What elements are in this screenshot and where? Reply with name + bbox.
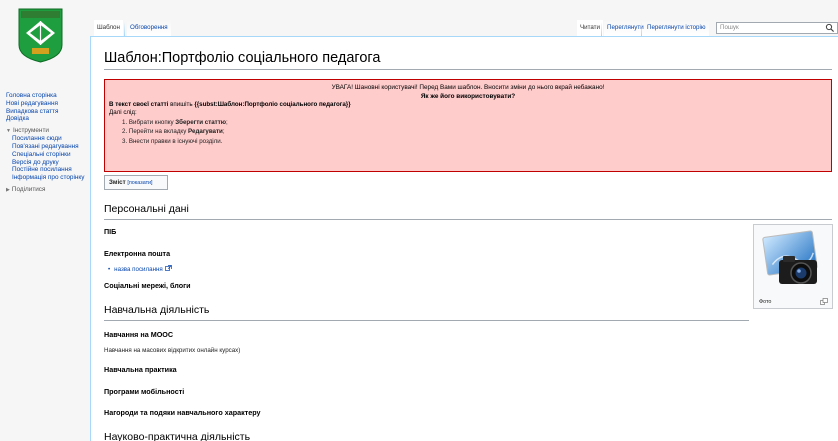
tools-heading[interactable]: ▼ Інструменти [6, 127, 90, 135]
enlarge-icon[interactable] [820, 298, 828, 305]
search-input[interactable]: Пошук [716, 22, 838, 34]
nav-main-page[interactable]: Головна сторінка [6, 92, 90, 100]
triangle-right-icon: ▶ [6, 186, 10, 193]
instruction-rest: впишіть [168, 101, 195, 108]
tool-page-info[interactable]: Інформація про сторінку [12, 174, 90, 182]
section-divider [104, 219, 832, 220]
subsection-email: Електронна пошта [104, 249, 171, 258]
subsection-mobility: Програми мобільності [104, 387, 185, 396]
tool-related-changes[interactable]: Пов'язані редагування [12, 143, 90, 151]
main-content: Шаблон:Портфоліо соціального педагога УВ… [90, 36, 838, 441]
tab-separator [601, 22, 602, 36]
tools-list: Посилання сюди Пов'язані редагування Спе… [6, 135, 90, 182]
tool-permanent-link[interactable]: Постійне посилання [12, 166, 90, 174]
instruction-code: {{subst:Шаблон:Портфоліо соціального пед… [194, 101, 351, 108]
subsection-practice: Навчальна практика [104, 365, 177, 374]
step-bold: Зберегти статтю [175, 118, 227, 126]
share-heading-label: Поділитися [11, 185, 46, 193]
tab-separator [124, 22, 125, 36]
tab-read[interactable]: Читати [577, 20, 603, 36]
step-item: 3. Внести правки в існуючі розділи. [122, 137, 223, 145]
toc-toggle[interactable]: [показати] [127, 180, 152, 186]
external-link[interactable]: назва посилання [114, 266, 163, 273]
tool-special-pages[interactable]: Спеціальні сторінки [12, 151, 90, 159]
step-bold: Редагувати [188, 128, 223, 136]
tab-view-history[interactable]: Переглянути історію [644, 20, 709, 36]
section-educational-activity: Навчальна діяльність [104, 304, 210, 316]
step-post: ; [222, 128, 225, 136]
share-heading[interactable]: ▶ Поділитися [6, 186, 90, 194]
photo-thumbnail: Фото [753, 224, 833, 309]
section-research: Науково-практична діяльність [104, 431, 251, 441]
step-post: ; [226, 118, 228, 126]
tabs-bar: Шаблон Обговорення Читати Переглянути Пе… [90, 20, 838, 36]
photo-caption: Фото [759, 299, 772, 305]
section-personal-data: Персональні дані [104, 203, 189, 215]
bullet: • [108, 266, 111, 273]
step-text: Вибрати кнопку [128, 118, 176, 126]
left-panel: Головна сторінка Нові редагування Випадк… [0, 0, 90, 441]
warning-instruction: В текст своєї статті впишіть {{subst:Шаб… [109, 101, 827, 109]
warning-line-2: Як же його використовувати? [420, 93, 516, 100]
step-item: 2. Перейти на вкладку Редагувати; [122, 128, 225, 136]
step-text: Внести правки в існуючі розділи. [128, 137, 223, 145]
mooc-description: Навчання на масових відкритих онлайн кур… [104, 347, 241, 354]
warning-box: УВАГА! Шановні користувачі! Перед Вами ш… [104, 79, 832, 172]
table-of-contents: Зміст [показати] [104, 175, 168, 190]
section-divider [104, 320, 749, 321]
nav-help[interactable]: Довідка [6, 115, 90, 123]
subsection-awards: Нагороди та подяки навчального характеру [104, 408, 261, 417]
tool-what-links-here[interactable]: Посилання сюди [12, 135, 90, 143]
subsection-social: Соціальні мережі, блоги [104, 281, 191, 290]
tools-heading-label: Інструменти [12, 127, 49, 135]
tab-separator [641, 22, 642, 36]
tab-discussion[interactable]: Обговорення [127, 20, 171, 36]
warning-line-1: УВАГА! Шановні користувачі! Перед Вами ш… [331, 84, 605, 91]
subsection-mooc: Навчання на MOOC [104, 330, 174, 339]
list-item: • назва посилання [108, 265, 172, 273]
search-icon[interactable] [825, 23, 835, 33]
site-logo[interactable] [17, 7, 64, 63]
external-link-icon [164, 265, 172, 271]
triangle-down-icon: ▼ [6, 128, 11, 135]
subsection-pib: ПІБ [104, 227, 117, 236]
toc-label: Зміст [109, 179, 126, 186]
title-divider [104, 69, 832, 70]
photo-camera-image[interactable] [759, 230, 827, 292]
nav-recent-changes[interactable]: Нові редагування [6, 100, 90, 108]
tab-template[interactable]: Шаблон [94, 20, 123, 36]
next-steps-label: Далі слід: [109, 109, 137, 117]
page-title: Шаблон:Портфоліо соціального педагога [104, 50, 381, 66]
sidebar-navigation: Головна сторінка Нові редагування Випадк… [6, 92, 90, 194]
step-text: Перейти на вкладку [128, 128, 189, 136]
search-placeholder: Пошук [720, 24, 739, 31]
instruction-bold: В текст своєї статті [109, 101, 169, 108]
steps-list: 1. Вибрати кнопку Зберегти статтю; 2. Пе… [109, 118, 827, 147]
step-item: 1. Вибрати кнопку Зберегти статтю; [122, 118, 228, 126]
